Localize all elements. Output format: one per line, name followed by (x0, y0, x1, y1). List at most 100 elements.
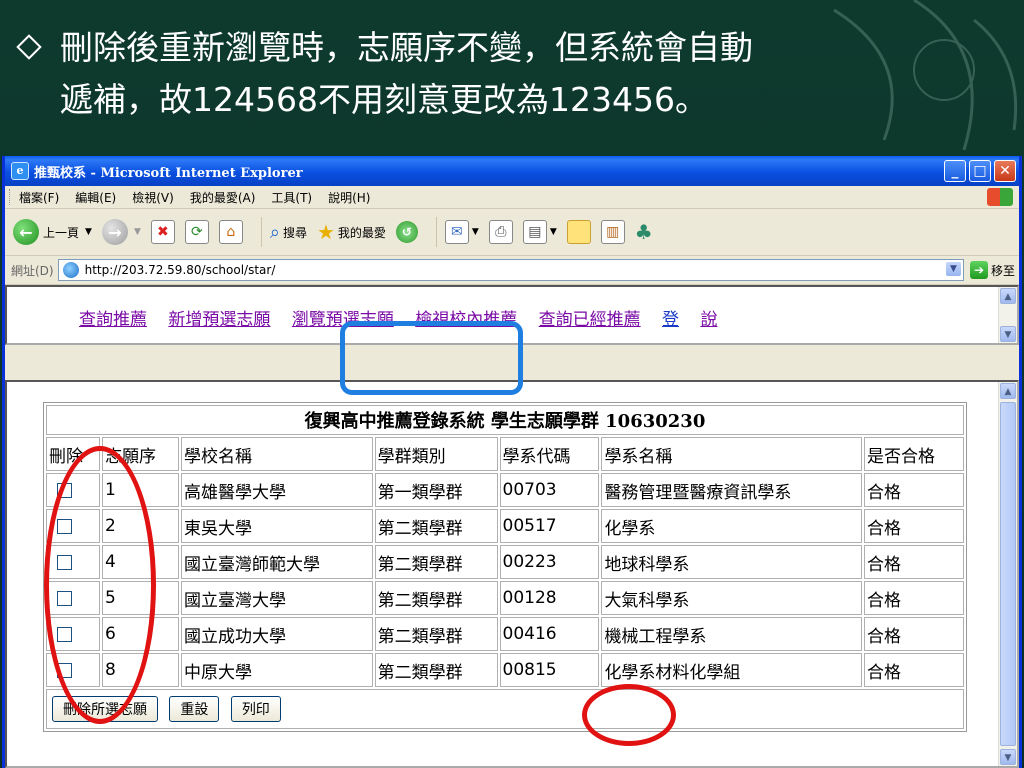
menu-view[interactable]: 檢視(V) (132, 189, 174, 206)
cell-pass: 合格 (864, 581, 964, 615)
stop-icon[interactable]: ✖ (150, 220, 175, 244)
delete-checkbox[interactable] (57, 554, 72, 570)
page-icon (62, 262, 79, 278)
cell-group: 第二類學群 (374, 617, 498, 651)
favorites-button[interactable]: ★ 我的最愛 (317, 220, 386, 244)
cell-pass: 合格 (864, 509, 964, 543)
cell-code: 00815 (499, 653, 600, 687)
diamond-bullet-icon (16, 34, 42, 60)
back-label: 上一頁 (43, 225, 80, 240)
address-dropdown-icon[interactable]: ▼ (945, 262, 961, 276)
research-icon[interactable]: ▥ (600, 220, 625, 244)
cell-dept: 機械工程學系 (601, 617, 863, 651)
address-bar: 網址(D) http://203.72.59.80/school/star/ ▼… (5, 256, 1019, 285)
cell-group: 第二類學群 (374, 509, 498, 543)
header-code: 學系代碼 (499, 437, 600, 471)
cell-school: 國立臺灣大學 (180, 581, 373, 615)
nav-frame: 查詢推薦 新增預選志願 瀏覽預選志願 檢視校內推薦 查詢已經推薦 登 說 ▲ ▼ (5, 285, 1019, 345)
delete-checkbox[interactable] (57, 662, 72, 678)
header-school: 學校名稱 (180, 437, 373, 471)
scroll-down-icon[interactable]: ▼ (1000, 326, 1016, 342)
table-row: 2 東吳大學 第二類學群 00517 化學系 合格 (46, 509, 964, 543)
home-icon[interactable]: ⌂ (218, 220, 243, 244)
nav-link-query[interactable]: 查詢推薦 (79, 310, 147, 330)
back-dropdown-icon[interactable]: ▼ (85, 227, 92, 237)
delete-selected-button[interactable]: 刪除所選志願 (52, 696, 158, 722)
forward-dropdown-icon[interactable]: ▼ (134, 227, 141, 237)
cell-code: 00223 (499, 545, 600, 579)
menu-favorites[interactable]: 我的最愛(A) (190, 189, 256, 206)
search-icon: ⌕ (269, 221, 280, 243)
menu-tools[interactable]: 工具(T) (271, 189, 312, 206)
cell-pass: 合格 (864, 473, 964, 507)
nav-link-add[interactable]: 新增預選志願 (168, 310, 270, 330)
cell-order: 4 (102, 545, 179, 579)
back-arrow-icon: ← (13, 219, 39, 245)
toolbar-separator (260, 217, 262, 247)
main-scrollbar[interactable]: ▲ ▼ (998, 382, 1017, 766)
scroll-up-icon[interactable]: ▲ (1000, 288, 1016, 304)
ie-app-icon: e (11, 162, 29, 180)
cell-group: 第一類學群 (374, 473, 498, 507)
nav-link-login[interactable]: 登 (662, 310, 679, 330)
table-row: 1 高雄醫學大學 第一類學群 00703 醫務管理暨醫療資訊學系 合格 (46, 473, 964, 507)
cell-dept: 化學系 (601, 509, 863, 543)
print-icon[interactable]: ⎙ (488, 220, 513, 244)
nav-link-school[interactable]: 檢視校內推薦 (415, 310, 517, 330)
toolbar-grip (9, 189, 13, 205)
minimize-button[interactable]: _ (944, 160, 966, 182)
address-label: 網址(D) (11, 263, 54, 278)
edit-icon[interactable]: ▤ (522, 220, 547, 244)
messenger-icon[interactable]: ♣ (635, 220, 653, 244)
menu-help[interactable]: 說明(H) (328, 189, 370, 206)
delete-checkbox[interactable] (57, 626, 72, 642)
cell-school: 中原大學 (180, 653, 373, 687)
menu-bar: 檔案(F) 編輯(E) 檢視(V) 我的最愛(A) 工具(T) 說明(H) (5, 186, 1019, 209)
forward-arrow-icon: → (101, 219, 128, 245)
mail-dropdown-icon[interactable]: ▼ (472, 227, 479, 237)
nav-link-help[interactable]: 說 (700, 310, 717, 330)
header-delete: 刪除 (46, 437, 100, 471)
forward-button[interactable]: → ▼ (101, 219, 141, 245)
cell-school: 國立臺灣師範大學 (180, 545, 373, 579)
scroll-thumb[interactable] (1000, 402, 1016, 746)
caption-line-1: 刪除後重新瀏覽時，志願序不變，但系統會自動 (60, 28, 753, 67)
delete-checkbox[interactable] (57, 590, 72, 606)
mail-icon[interactable]: ✉ (444, 220, 469, 244)
windows-logo-icon (987, 188, 1013, 206)
toolbar-separator (435, 217, 437, 247)
cell-code: 00703 (499, 473, 600, 507)
button-row: 刪除所選志願 重設 列印 (46, 689, 964, 729)
edit-dropdown-icon[interactable]: ▼ (550, 227, 557, 237)
close-button[interactable]: ✕ (994, 160, 1016, 182)
table-row: 4 國立臺灣師範大學 第二類學群 00223 地球科學系 合格 (46, 545, 964, 579)
refresh-icon[interactable]: ⟳ (184, 220, 209, 244)
menu-edit[interactable]: 編輯(E) (75, 189, 116, 206)
menu-file[interactable]: 檔案(F) (19, 189, 59, 206)
url-text: http://203.72.59.80/school/star/ (84, 263, 276, 277)
nav-link-browse[interactable]: 瀏覽預選志願 (292, 310, 394, 330)
search-button[interactable]: ⌕ 搜尋 (270, 222, 307, 243)
scroll-down-icon[interactable]: ▼ (1000, 749, 1016, 765)
go-arrow-icon: ➔ (969, 261, 988, 279)
reset-button[interactable]: 重設 (169, 696, 220, 722)
favorites-label: 我的最愛 (337, 225, 386, 240)
back-button[interactable]: ← 上一頁 ▼ (5, 219, 92, 245)
print-button[interactable]: 列印 (230, 696, 281, 722)
main-frame: 復興高中推薦登錄系統 學生志願學群 10630230 刪除 志願序 學校名稱 學… (5, 380, 1019, 768)
delete-checkbox[interactable] (57, 482, 72, 498)
nav-link-recommended[interactable]: 查詢已經推薦 (539, 310, 641, 330)
maximize-button[interactable]: □ (969, 160, 991, 182)
cell-dept: 大氣科學系 (601, 581, 863, 615)
cell-school: 東吳大學 (180, 509, 373, 543)
scroll-up-icon[interactable]: ▲ (1000, 383, 1016, 399)
nav-scrollbar[interactable]: ▲ ▼ (998, 287, 1017, 343)
history-icon[interactable]: ↺ (395, 221, 418, 243)
go-button[interactable]: ➔ 移至 (969, 261, 1015, 279)
cell-pass: 合格 (864, 653, 964, 687)
cell-code: 00128 (499, 581, 600, 615)
caption-line-2: 遞補，故124568不用刻意更改為123456。 (60, 80, 708, 119)
address-input[interactable]: http://203.72.59.80/school/star/ ▼ (57, 259, 964, 281)
discuss-icon[interactable] (566, 220, 591, 244)
delete-checkbox[interactable] (57, 518, 72, 534)
